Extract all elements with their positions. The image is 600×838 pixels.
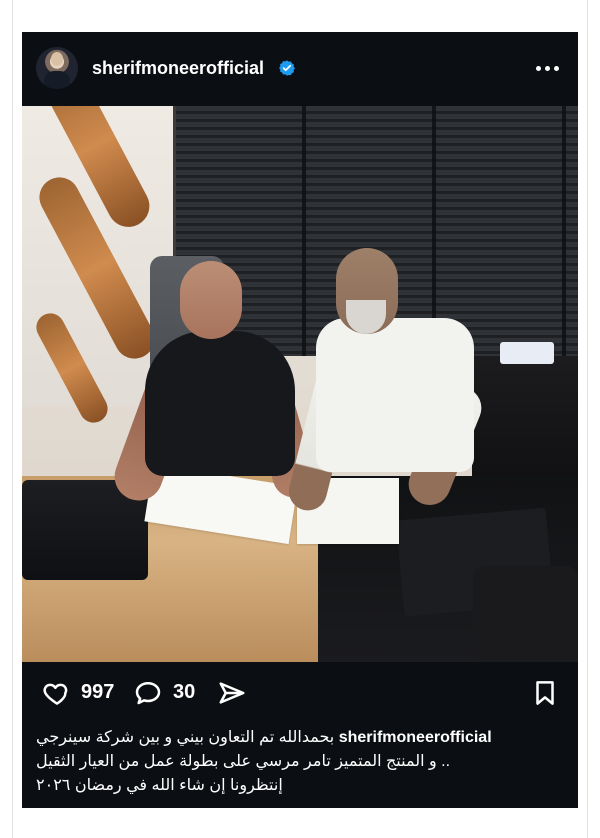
caption-line-3: إنتظرونا إن شاء الله في رمضان ٢٠٢٦ <box>36 777 283 794</box>
comment-icon[interactable] <box>131 678 165 708</box>
post-header: sherifmoneerofficial <box>22 32 578 106</box>
more-options-icon[interactable] <box>536 66 560 74</box>
post-caption: sherifmoneerofficial بحمدالله تم التعاون… <box>36 726 564 798</box>
person-left-head <box>180 261 242 339</box>
photo-tissue-box <box>500 342 554 364</box>
comment-count[interactable]: 30 <box>173 681 195 704</box>
caption-text-line-1: بحمدالله تم التعاون بيني و بين شركة سينر… <box>36 729 335 746</box>
photo-person-left <box>107 261 320 508</box>
post-actions: 997 30 <box>22 662 578 720</box>
page-right-border <box>587 0 588 838</box>
post-username[interactable]: sherifmoneerofficial <box>92 58 264 79</box>
avatar-suit <box>44 71 70 89</box>
bookmark-icon[interactable] <box>528 678 562 708</box>
instagram-post-card: sherifmoneerofficial 997 30 sherifmoneer… <box>22 32 578 808</box>
photo-person-right <box>284 248 488 515</box>
verified-badge-icon <box>279 60 295 76</box>
photo-bag <box>473 566 578 662</box>
caption-line-2: .. و المنتج المتميز تامر مرسي على بطولة … <box>36 753 451 770</box>
page-left-border <box>12 0 13 838</box>
avatar[interactable] <box>36 47 78 89</box>
photo-cabinet <box>472 356 578 476</box>
post-photo <box>22 106 578 662</box>
like-count[interactable]: 997 <box>81 681 114 704</box>
share-icon[interactable] <box>215 678 249 708</box>
person-left-body <box>145 331 295 476</box>
heart-icon[interactable] <box>40 678 74 708</box>
caption-username[interactable]: sherifmoneerofficial <box>339 729 492 746</box>
avatar-head <box>51 52 63 66</box>
caption-line-1: sherifmoneerofficial بحمدالله تم التعاون… <box>36 726 564 750</box>
person-right-shirt <box>316 318 474 472</box>
